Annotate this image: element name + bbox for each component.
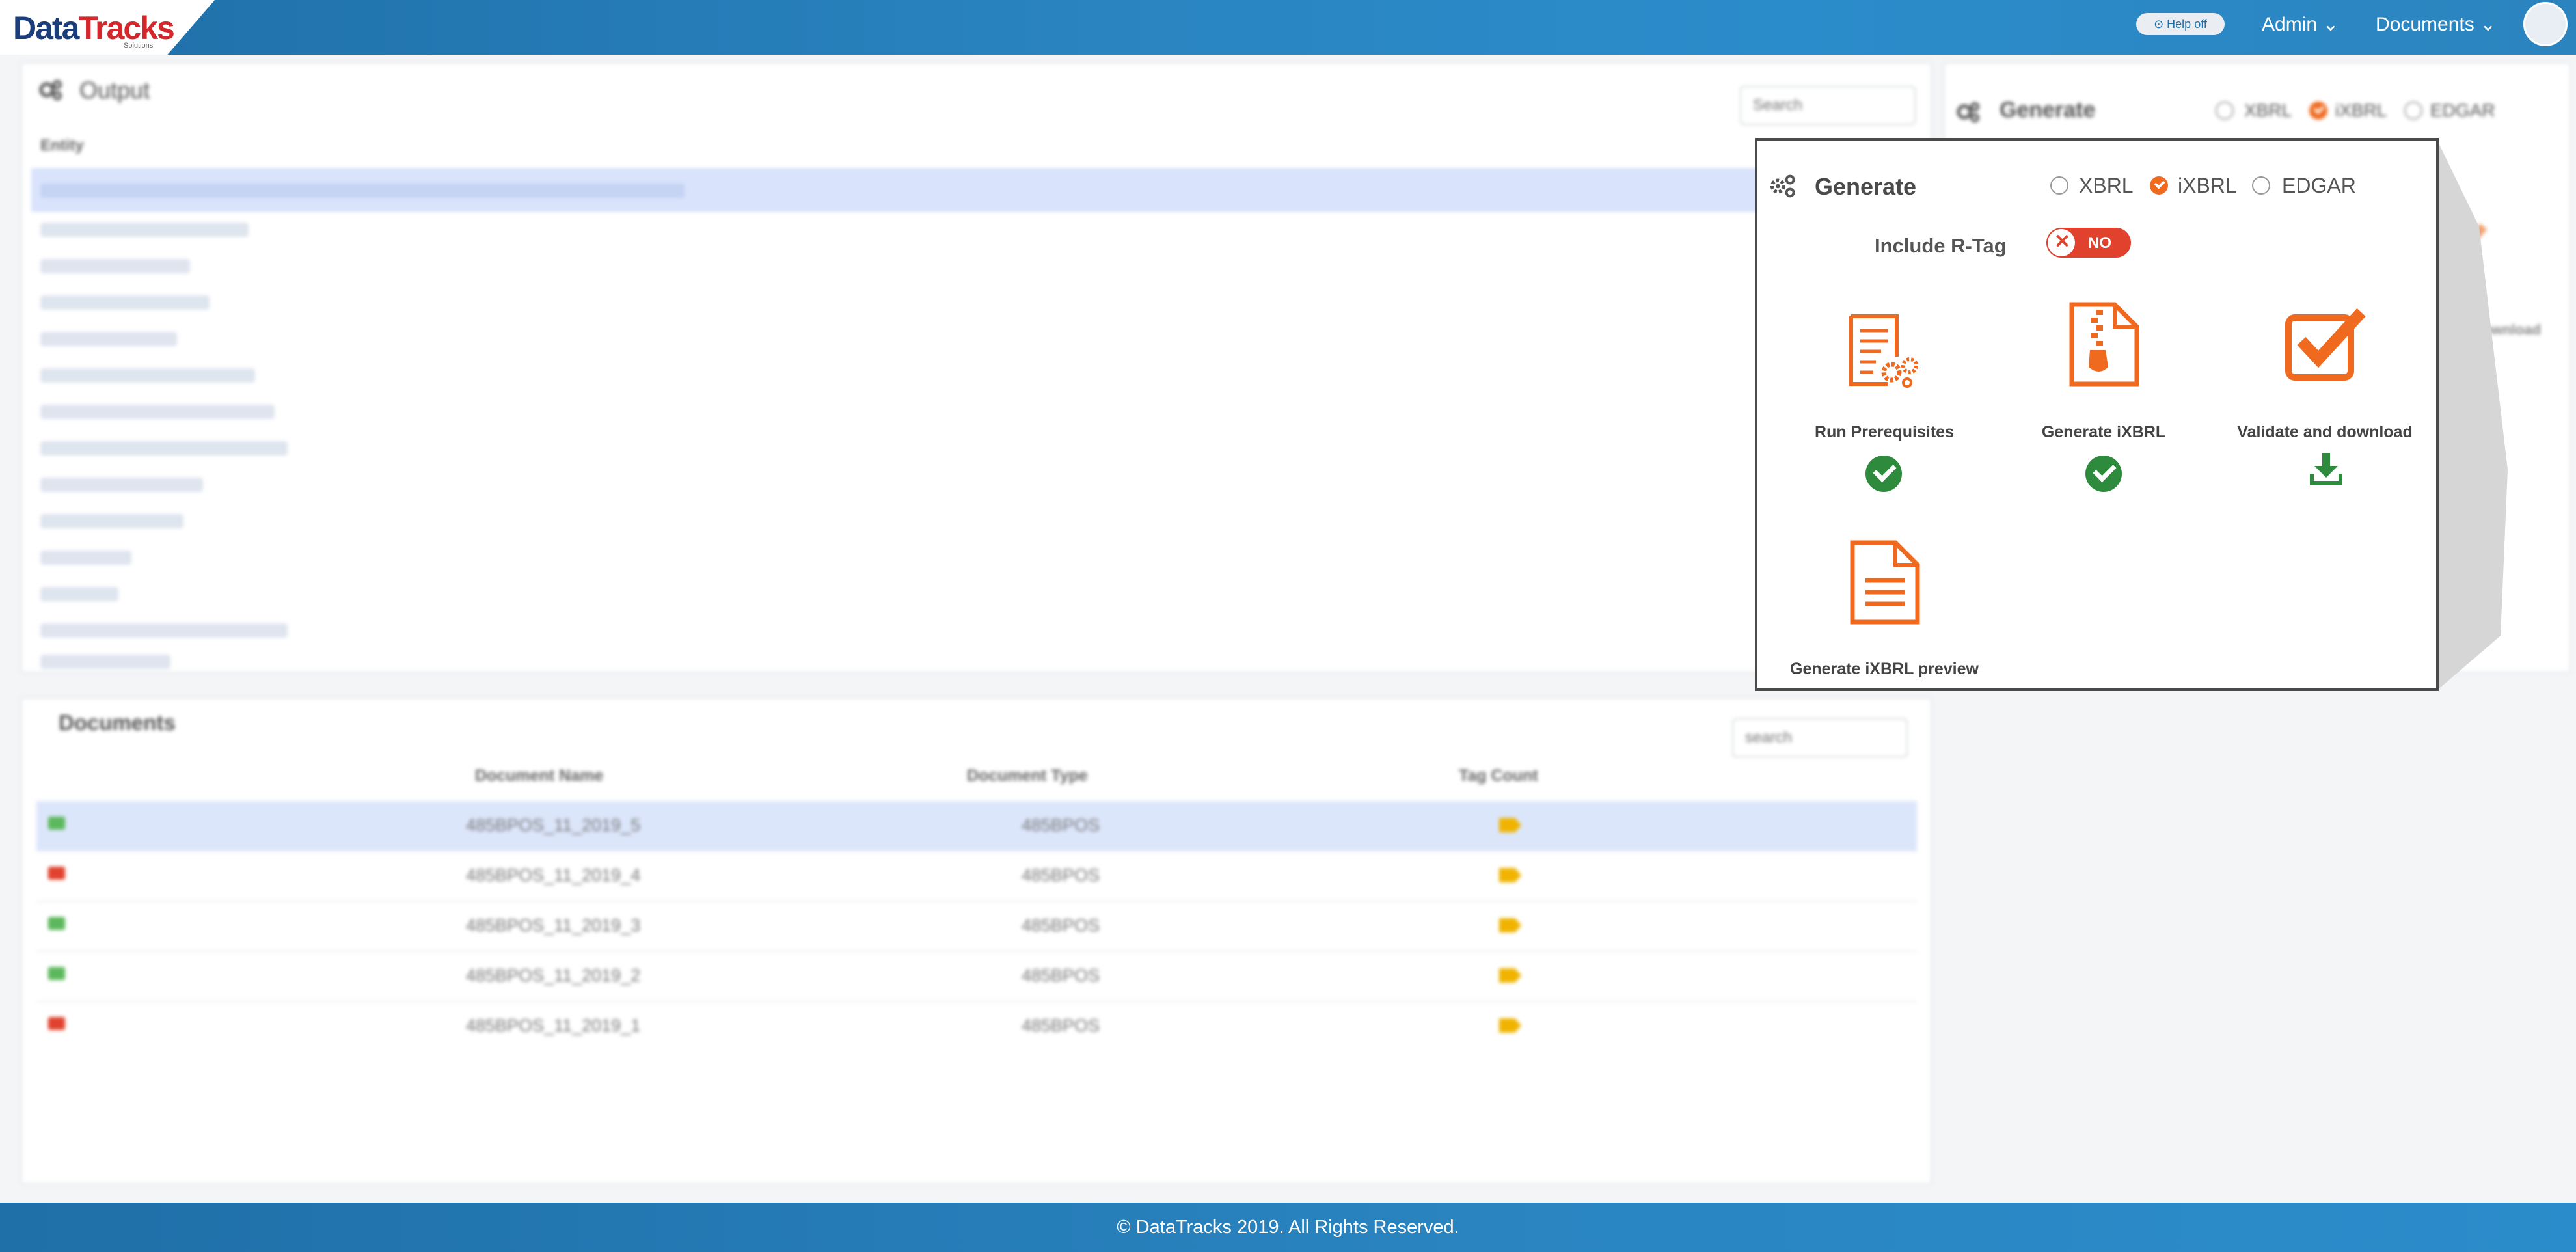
bg-radio-edgar[interactable]	[2404, 102, 2422, 120]
logo-main-text: Data	[13, 10, 79, 46]
entity-row-text	[40, 587, 118, 601]
document-icon	[1850, 540, 1920, 625]
tag-icon[interactable]	[1499, 818, 1521, 832]
entity-row-text	[40, 441, 288, 456]
folder-icon	[48, 867, 65, 880]
document-type-cell: 485BPOS	[1022, 916, 1100, 935]
toggle-x-icon: ✕	[2054, 231, 2071, 252]
validate-and-download-action[interactable]: Validate and download	[2221, 305, 2429, 506]
radio-xbrl-label: XBRL	[2079, 174, 2134, 197]
column-document-name[interactable]: Document Name	[475, 767, 603, 785]
generate-ixbrl-preview-action[interactable]: Generate iXBRL preview	[1770, 540, 1998, 678]
user-avatar[interactable]	[2523, 2, 2568, 46]
document-type-cell: 485BPOS	[1022, 966, 1100, 985]
folder-icon	[48, 1017, 65, 1030]
bg-radio-ixbrl-label: iXBRL	[2335, 100, 2387, 120]
run-prerequisites-action[interactable]: Run Prerequisites	[1796, 311, 1972, 506]
folder-icon	[48, 917, 65, 930]
output-search-input[interactable]	[1740, 86, 1916, 125]
entity-row-text	[40, 332, 177, 346]
check-circle-icon	[2085, 456, 2122, 492]
entity-row-text	[40, 259, 190, 273]
documents-menu[interactable]: Documents ⌄	[2376, 13, 2496, 36]
generate-modal: Generate XBRL iXBRL EDGAR Include R-Tag …	[1755, 138, 2439, 691]
generate-ixbrl-label: Generate iXBRL	[2041, 423, 2166, 441]
tag-icon[interactable]	[1499, 1018, 1521, 1033]
footer: © DataTracks 2019. All Rights Reserved.	[0, 1203, 2576, 1252]
tag-icon[interactable]	[1499, 868, 1521, 882]
entity-row-text	[40, 478, 203, 492]
checkbox-icon	[2285, 308, 2366, 381]
generate-ixbrl-preview-label: Generate iXBRL preview	[1790, 660, 1979, 678]
tag-icon[interactable]	[1499, 918, 1521, 932]
table-row[interactable]: 485BPOS_11_2019_1 485BPOS	[36, 1001, 1917, 1051]
column-tag-count[interactable]: Tag Count	[1459, 767, 1538, 785]
radio-ixbrl-label: iXBRL	[2178, 174, 2237, 197]
top-header: DataTracks Solutions ⊙ Help off Admin ⌄ …	[0, 0, 2576, 55]
toggle-state-label: NO	[2088, 234, 2111, 252]
document-type-cell: 485BPOS	[1022, 815, 1100, 835]
entity-column-header: Entity	[40, 137, 84, 154]
logo-subtitle: Solutions	[124, 42, 154, 49]
entity-row-text	[40, 405, 275, 419]
check-circle-icon	[1865, 456, 1902, 492]
modal-title: Generate	[1815, 173, 1917, 200]
entity-row-text	[40, 514, 183, 528]
help-toggle[interactable]: ⊙ Help off	[2136, 13, 2225, 35]
download-icon[interactable]	[2309, 452, 2343, 485]
document-name-cell[interactable]: 485BPOS_11_2019_4	[466, 865, 640, 886]
radio-ixbrl[interactable]	[2150, 176, 2168, 195]
admin-menu[interactable]: Admin ⌄	[2262, 13, 2339, 36]
entity-row-text	[40, 551, 131, 565]
table-row[interactable]: 485BPOS_11_2019_2 485BPOS	[36, 951, 1917, 1002]
document-type-cell: 485BPOS	[1022, 1016, 1100, 1035]
entity-row-text	[40, 623, 288, 638]
entity-row-text	[40, 295, 210, 310]
output-panel: Output Entity	[21, 62, 1932, 673]
entity-row-text	[40, 223, 249, 237]
document-name-cell[interactable]: 485BPOS_11_2019_2	[466, 966, 640, 986]
table-row[interactable]: 485BPOS_11_2019_5 485BPOS	[36, 801, 1917, 852]
tag-icon[interactable]	[1499, 968, 1521, 983]
folder-icon	[48, 817, 65, 830]
gears-icon	[1770, 174, 1795, 198]
radio-edgar-label: EDGAR	[2282, 174, 2356, 197]
documents-search-input[interactable]	[1732, 718, 1908, 757]
bg-radio-edgar-label: EDGAR	[2430, 100, 2495, 120]
document-name-cell[interactable]: 485BPOS_11_2019_1	[466, 1016, 640, 1036]
entity-row-text	[40, 368, 255, 383]
gears-icon	[1957, 102, 1979, 122]
bg-radio-xbrl-label: XBRL	[2244, 100, 2292, 120]
include-rtag-label: Include R-Tag	[1875, 234, 2007, 257]
run-prerequisites-label: Run Prerequisites	[1815, 423, 1954, 441]
report-gear-icon	[1849, 314, 1918, 388]
document-name-cell[interactable]: 485BPOS_11_2019_5	[466, 815, 640, 836]
entity-row-text	[40, 655, 170, 669]
radio-edgar[interactable]	[2252, 176, 2270, 195]
radio-xbrl[interactable]	[2050, 176, 2068, 195]
folder-icon	[48, 967, 65, 980]
gears-icon	[39, 80, 62, 100]
document-type-cell: 485BPOS	[1022, 865, 1100, 885]
logo-accent-text: Tracks	[78, 10, 174, 46]
validate-and-download-label: Validate and download	[2237, 423, 2413, 441]
bg-radio-xbrl[interactable]	[2216, 102, 2234, 120]
documents-title: Documents	[59, 711, 176, 735]
bg-radio-ixbrl[interactable]	[2309, 102, 2327, 120]
column-document-type[interactable]: Document Type	[967, 767, 1088, 785]
table-row[interactable]: 485BPOS_11_2019_4 485BPOS	[36, 851, 1917, 902]
rtag-toggle[interactable]: ✕ NO	[2046, 228, 2131, 258]
generate-bg-title: Generate	[2000, 98, 2096, 122]
table-row[interactable]: 485BPOS_11_2019_3 485BPOS	[36, 901, 1917, 952]
output-title: Output	[79, 77, 150, 103]
copyright-text: © DataTracks 2019. All Rights Reserved.	[1117, 1217, 1459, 1238]
zip-file-icon	[2069, 302, 2139, 387]
document-name-cell[interactable]: 485BPOS_11_2019_3	[466, 916, 640, 936]
generate-ixbrl-action[interactable]: Generate iXBRL	[2016, 302, 2191, 506]
entity-row-text	[40, 184, 685, 198]
